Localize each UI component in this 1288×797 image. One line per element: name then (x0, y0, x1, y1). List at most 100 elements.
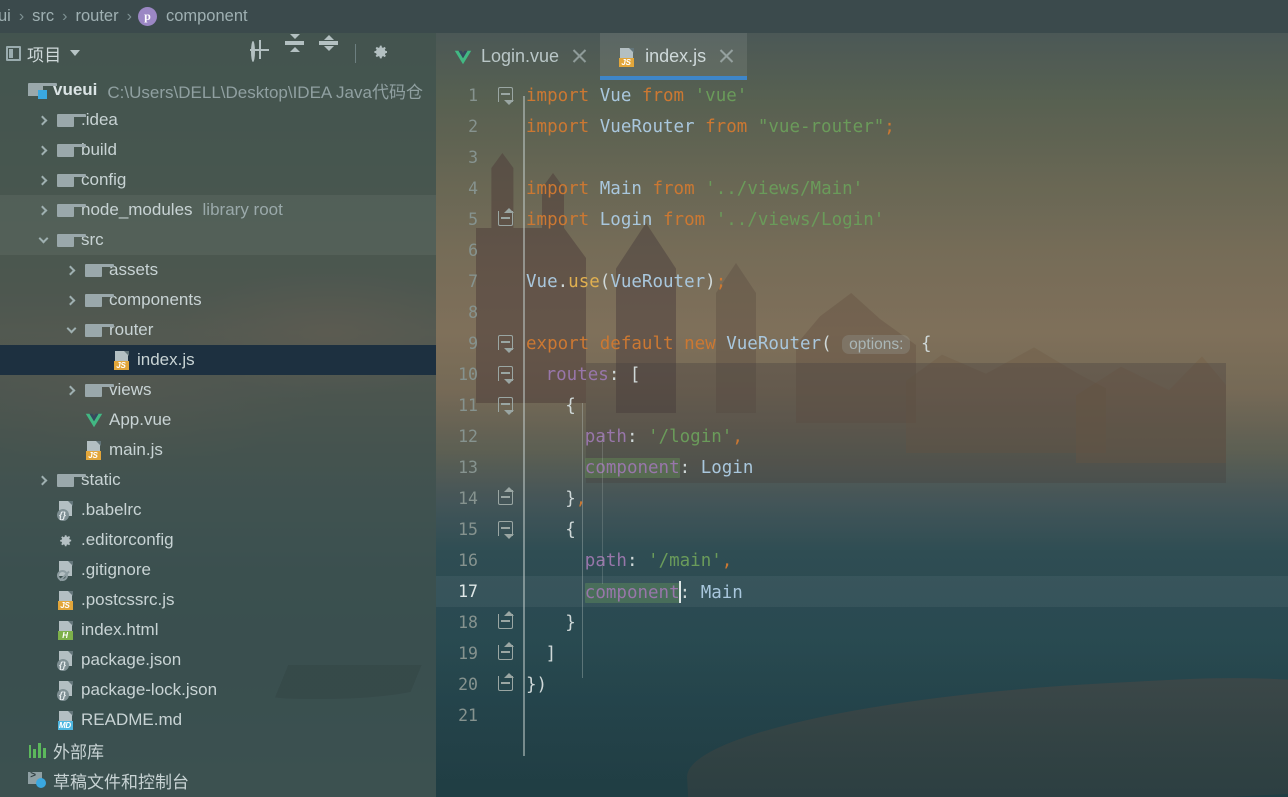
chevron-down-icon[interactable] (69, 50, 80, 56)
chevron-right-icon[interactable] (60, 385, 82, 395)
code-line-13[interactable]: 13 component: Login (436, 452, 1288, 483)
gutter[interactable] (488, 328, 526, 359)
breadcrumb-item-2[interactable]: router (74, 7, 121, 26)
tree-item-package.json[interactable]: {} package.json (0, 645, 436, 675)
chevron-right-icon[interactable] (60, 265, 82, 275)
code-line-8[interactable]: 8 (436, 297, 1288, 328)
chevron-right-icon[interactable] (32, 475, 54, 485)
gutter[interactable] (488, 111, 526, 142)
tree-item-app.vue[interactable]: App.vue (0, 405, 436, 435)
gutter[interactable] (488, 483, 526, 514)
code-line-15[interactable]: 15 { (436, 514, 1288, 545)
gutter[interactable] (488, 359, 526, 390)
tree-item-node_modules[interactable]: node_modules library root (0, 195, 436, 225)
tree-item-.postcssrc.js[interactable]: JS .postcssrc.js (0, 585, 436, 615)
code-line-1[interactable]: 1 import Vue from 'vue' (436, 80, 1288, 111)
gutter[interactable] (488, 142, 526, 173)
fold-marker-end-icon[interactable] (498, 208, 514, 226)
gutter[interactable] (488, 421, 526, 452)
breadcrumb-item-3[interactable]: p component (137, 7, 250, 26)
expand-all-icon[interactable] (285, 34, 305, 63)
gutter[interactable] (488, 235, 526, 266)
gutter[interactable] (488, 700, 526, 731)
gutter[interactable] (488, 173, 526, 204)
tree-item-vueui[interactable]: vueui C:\Users\DELL\Desktop\IDEA Java代码仓 (0, 75, 436, 105)
code-line-19[interactable]: 19] (436, 638, 1288, 669)
code-line-16[interactable]: 16 path: '/main', (436, 545, 1288, 576)
code-line-10[interactable]: 10 routes: [ (436, 359, 1288, 390)
tree-item-src[interactable]: src (0, 225, 436, 255)
project-title-group[interactable]: 项目 (6, 41, 80, 66)
tree-item-config[interactable]: config (0, 165, 436, 195)
tree-item-.editorconfig[interactable]: .editorconfig (0, 525, 436, 555)
gutter[interactable] (488, 576, 526, 607)
fold-marker-end-icon[interactable] (498, 673, 514, 691)
gutter[interactable] (488, 204, 526, 235)
tree-item-index.js[interactable]: JS index.js (0, 345, 436, 375)
chevron-right-icon[interactable] (32, 145, 54, 155)
close-icon[interactable] (572, 49, 587, 64)
gutter[interactable] (488, 297, 526, 328)
gutter[interactable] (488, 669, 526, 700)
chevron-right-icon[interactable] (32, 115, 54, 125)
breadcrumb-item-1[interactable]: src (30, 7, 56, 26)
fold-marker-end-icon[interactable] (498, 611, 514, 629)
gutter[interactable] (488, 80, 526, 111)
settings-gear-icon[interactable] (372, 43, 392, 63)
tree-item-package-lock.json[interactable]: {} package-lock.json (0, 675, 436, 705)
gutter[interactable] (488, 607, 526, 638)
tree-item-readme.md[interactable]: MD README.md (0, 705, 436, 735)
tree-item-main.js[interactable]: JS main.js (0, 435, 436, 465)
tree-item-static[interactable]: static (0, 465, 436, 495)
chevron-right-icon[interactable] (32, 175, 54, 185)
tree-item-.idea[interactable]: .idea (0, 105, 436, 135)
gutter[interactable] (488, 514, 526, 545)
fold-marker-end-icon[interactable] (498, 487, 514, 505)
gutter[interactable] (488, 452, 526, 483)
code-line-3[interactable]: 3 (436, 142, 1288, 173)
chevron-right-icon[interactable] (32, 205, 54, 215)
tree-item-index.html[interactable]: Hindex.html (0, 615, 436, 645)
gutter[interactable] (488, 545, 526, 576)
code-line-17[interactable]: 17 component: Main (436, 576, 1288, 607)
code-line-5[interactable]: 5 import Login from '../views/Login' (436, 204, 1288, 235)
code-line-18[interactable]: 18} (436, 607, 1288, 638)
gutter[interactable] (488, 266, 526, 297)
fold-marker-end-icon[interactable] (498, 642, 514, 660)
chevron-down-icon[interactable] (32, 233, 54, 244)
chevron-down-icon[interactable] (60, 323, 82, 334)
code-line-14[interactable]: 14}, (436, 483, 1288, 514)
fold-marker-start-icon[interactable] (498, 335, 514, 353)
code-line-11[interactable]: 11 { (436, 390, 1288, 421)
code-line-2[interactable]: 2 import VueRouter from "vue-router"; (436, 111, 1288, 142)
code-line-20[interactable]: 20}) (436, 669, 1288, 700)
tree-item-build[interactable]: build (0, 135, 436, 165)
code-line-4[interactable]: 4 import Main from '../views/Main' (436, 173, 1288, 204)
code-editor[interactable]: 1 import Vue from 'vue' 2 import VueRouter … (436, 80, 1288, 731)
editor-tab-login-vue[interactable]: Login.vue (436, 33, 600, 80)
breadcrumb-item-0[interactable]: ui (0, 7, 13, 26)
hide-panel-icon[interactable] (406, 43, 426, 63)
tree-item-router[interactable]: router (0, 315, 436, 345)
tree-item-components[interactable]: components (0, 285, 436, 315)
gutter[interactable] (488, 390, 526, 421)
tree-item-外部库[interactable]: 外部库 (0, 735, 436, 765)
select-opened-file-icon[interactable] (251, 41, 271, 63)
tree-item-assets[interactable]: assets (0, 255, 436, 285)
fold-marker-start-icon[interactable] (498, 366, 514, 384)
editor-tab-index-js[interactable]: JS index.js (600, 33, 748, 80)
code-line-6[interactable]: 6 (436, 235, 1288, 266)
close-icon[interactable] (719, 49, 734, 64)
tree-item-.gitignore[interactable]: .gitignore (0, 555, 436, 585)
fold-marker-start-icon[interactable] (498, 521, 514, 539)
chevron-right-icon[interactable] (60, 295, 82, 305)
tree-item-.babelrc[interactable]: {} .babelrc (0, 495, 436, 525)
collapse-all-icon[interactable] (319, 35, 339, 63)
gutter[interactable] (488, 638, 526, 669)
tree-item-views[interactable]: views (0, 375, 436, 405)
tree-item-草稿文件和控制台[interactable]: 草稿文件和控制台 (0, 765, 436, 795)
code-line-12[interactable]: 12 path: '/login', (436, 421, 1288, 452)
code-line-21[interactable]: 21 (436, 700, 1288, 731)
code-line-7[interactable]: 7 Vue.use(VueRouter); (436, 266, 1288, 297)
fold-marker-start-icon[interactable] (498, 87, 514, 105)
